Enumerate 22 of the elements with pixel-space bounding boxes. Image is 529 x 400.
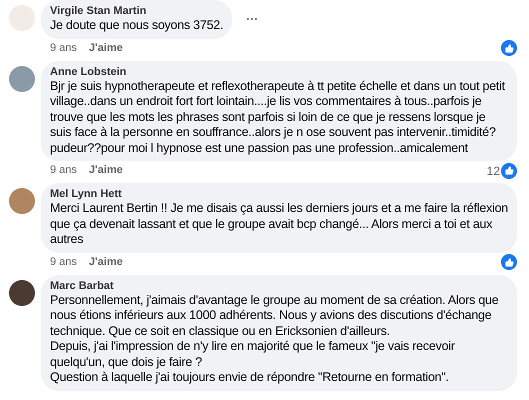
comment-text: Merci Laurent Bertin !! Je me disais ça aussi les derniers jours et a me faire la réflexion que ça devenait lassant et que le groupe avait bcp changé... Alors merci a toi et aux autres [50, 201, 508, 248]
reaction-count[interactable]: 12 [486, 162, 500, 180]
like-reaction-icon[interactable] [501, 254, 517, 270]
comment-time[interactable]: 9 ans [50, 254, 77, 270]
comment-text: Je doute que nous soyons 3752. [50, 18, 224, 34]
comment-time[interactable]: 9 ans [50, 40, 77, 56]
author-name[interactable]: Mel Lynn Hett [50, 187, 508, 201]
comment-text: Personnellement, j'aimais d'avantage le groupe au moment de sa création. Alors que nous étions inférieurs aux 1000 adhérents. Nous y avions des discutions d'échange technique. Que ce soit en classique ou en Ericksonien d'ailleurs. [50, 292, 500, 339]
like-link[interactable]: J'aime [88, 254, 123, 270]
comment-time[interactable]: 9 ans [50, 162, 77, 179]
comment-text: Depuis, j'ai l'impression de n'y lire en majorité que le fameux "je vais recevoir quelqu'un, que dois je faire ? [50, 339, 456, 370]
author-name[interactable]: Marc Barbat [50, 278, 508, 292]
author-name[interactable]: Virgile Stan Martin [50, 4, 224, 18]
like-link[interactable]: J'aime [88, 162, 123, 179]
like-reaction-icon[interactable] [501, 40, 517, 56]
avatar[interactable] [9, 280, 35, 306]
more-button[interactable]: ··· [246, 10, 258, 28]
author-name[interactable]: Anne Lobstein [50, 64, 508, 78]
like-reaction-icon[interactable] [501, 162, 517, 178]
like-link[interactable]: J'aime [88, 40, 123, 56]
comment-text: Question à laquelle j'ai toujours envie de répondre "Retourne en formation". [50, 370, 450, 386]
comment-text: Bjr je suis hypnotherapeute et reflexotherapeute à tt petite échelle et dans un tout petit village..dans un endroit fort fort lointain....je lis vos commentaires à tous..parfois je trouve que les mots les phrases sont parfois si loin de ce que je ressens lorsque je suis face à la personne en souffrance..alors je n ose souvent pas intervenir..timidité? pudeur??pour moi l hypnose est une passion pas une profession..amicalement [50, 78, 506, 156]
